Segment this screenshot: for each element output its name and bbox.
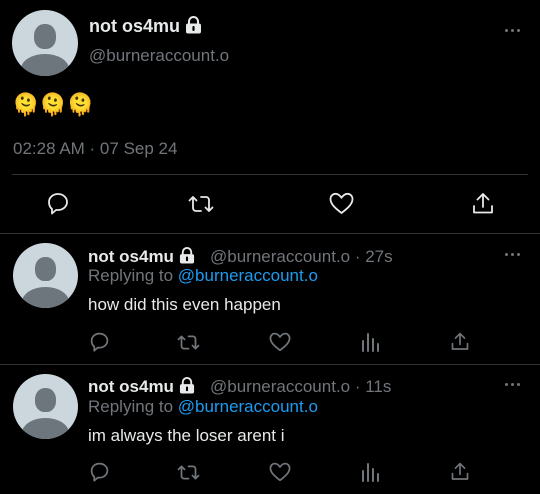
more-icon[interactable] [505, 382, 525, 388]
like-icon[interactable] [269, 332, 291, 352]
retweet-icon[interactable] [177, 332, 200, 353]
more-icon[interactable] [505, 28, 525, 34]
retweet-icon[interactable] [177, 462, 200, 483]
avatar[interactable] [12, 10, 78, 76]
handle-time[interactable]: @burneraccount.o · 11s [210, 377, 391, 397]
retweet-icon[interactable] [188, 192, 214, 216]
reply-icon[interactable] [46, 191, 70, 215]
divider [12, 174, 528, 175]
more-icon[interactable] [505, 252, 525, 258]
replying-to-label: Replying to [88, 266, 178, 285]
avatar[interactable] [13, 243, 78, 308]
handle[interactable]: @burneraccount.o [89, 46, 229, 66]
replying-to: Replying to @burneraccount.o [88, 397, 318, 417]
tweet-text: 🫠🫠🫠 [12, 92, 95, 117]
divider [0, 364, 540, 365]
analytics-icon[interactable] [360, 462, 380, 482]
replying-to-label: Replying to [88, 397, 178, 416]
timestamp[interactable]: 02:28 AM · 07 Sep 24 [13, 139, 177, 159]
lock-icon [179, 247, 195, 264]
like-icon[interactable] [329, 192, 354, 215]
handle-time[interactable]: @burneraccount.o · 27s [210, 247, 393, 267]
tweet-text: im always the loser arent i [88, 426, 285, 445]
display-name[interactable]: not os4mu [88, 247, 195, 267]
avatar[interactable] [13, 374, 78, 439]
divider [0, 233, 540, 234]
reply-icon[interactable] [89, 461, 110, 482]
display-name[interactable]: not os4mu [89, 16, 202, 37]
display-name-text: not os4mu [88, 247, 174, 266]
analytics-icon[interactable] [360, 332, 380, 352]
replying-to: Replying to @burneraccount.o [88, 266, 318, 286]
display-name[interactable]: not os4mu [88, 377, 195, 397]
display-name-text: not os4mu [88, 377, 174, 396]
tweet-text: how did this even happen [88, 295, 281, 314]
reply-icon[interactable] [89, 331, 110, 352]
share-icon[interactable] [450, 461, 470, 482]
share-icon[interactable] [450, 331, 470, 352]
display-name-text: not os4mu [89, 16, 181, 36]
replying-to-link[interactable]: @burneraccount.o [178, 397, 318, 416]
like-icon[interactable] [269, 462, 291, 482]
lock-icon [186, 16, 202, 34]
share-icon[interactable] [471, 191, 495, 216]
lock-icon [179, 377, 195, 394]
replying-to-link[interactable]: @burneraccount.o [178, 266, 318, 285]
